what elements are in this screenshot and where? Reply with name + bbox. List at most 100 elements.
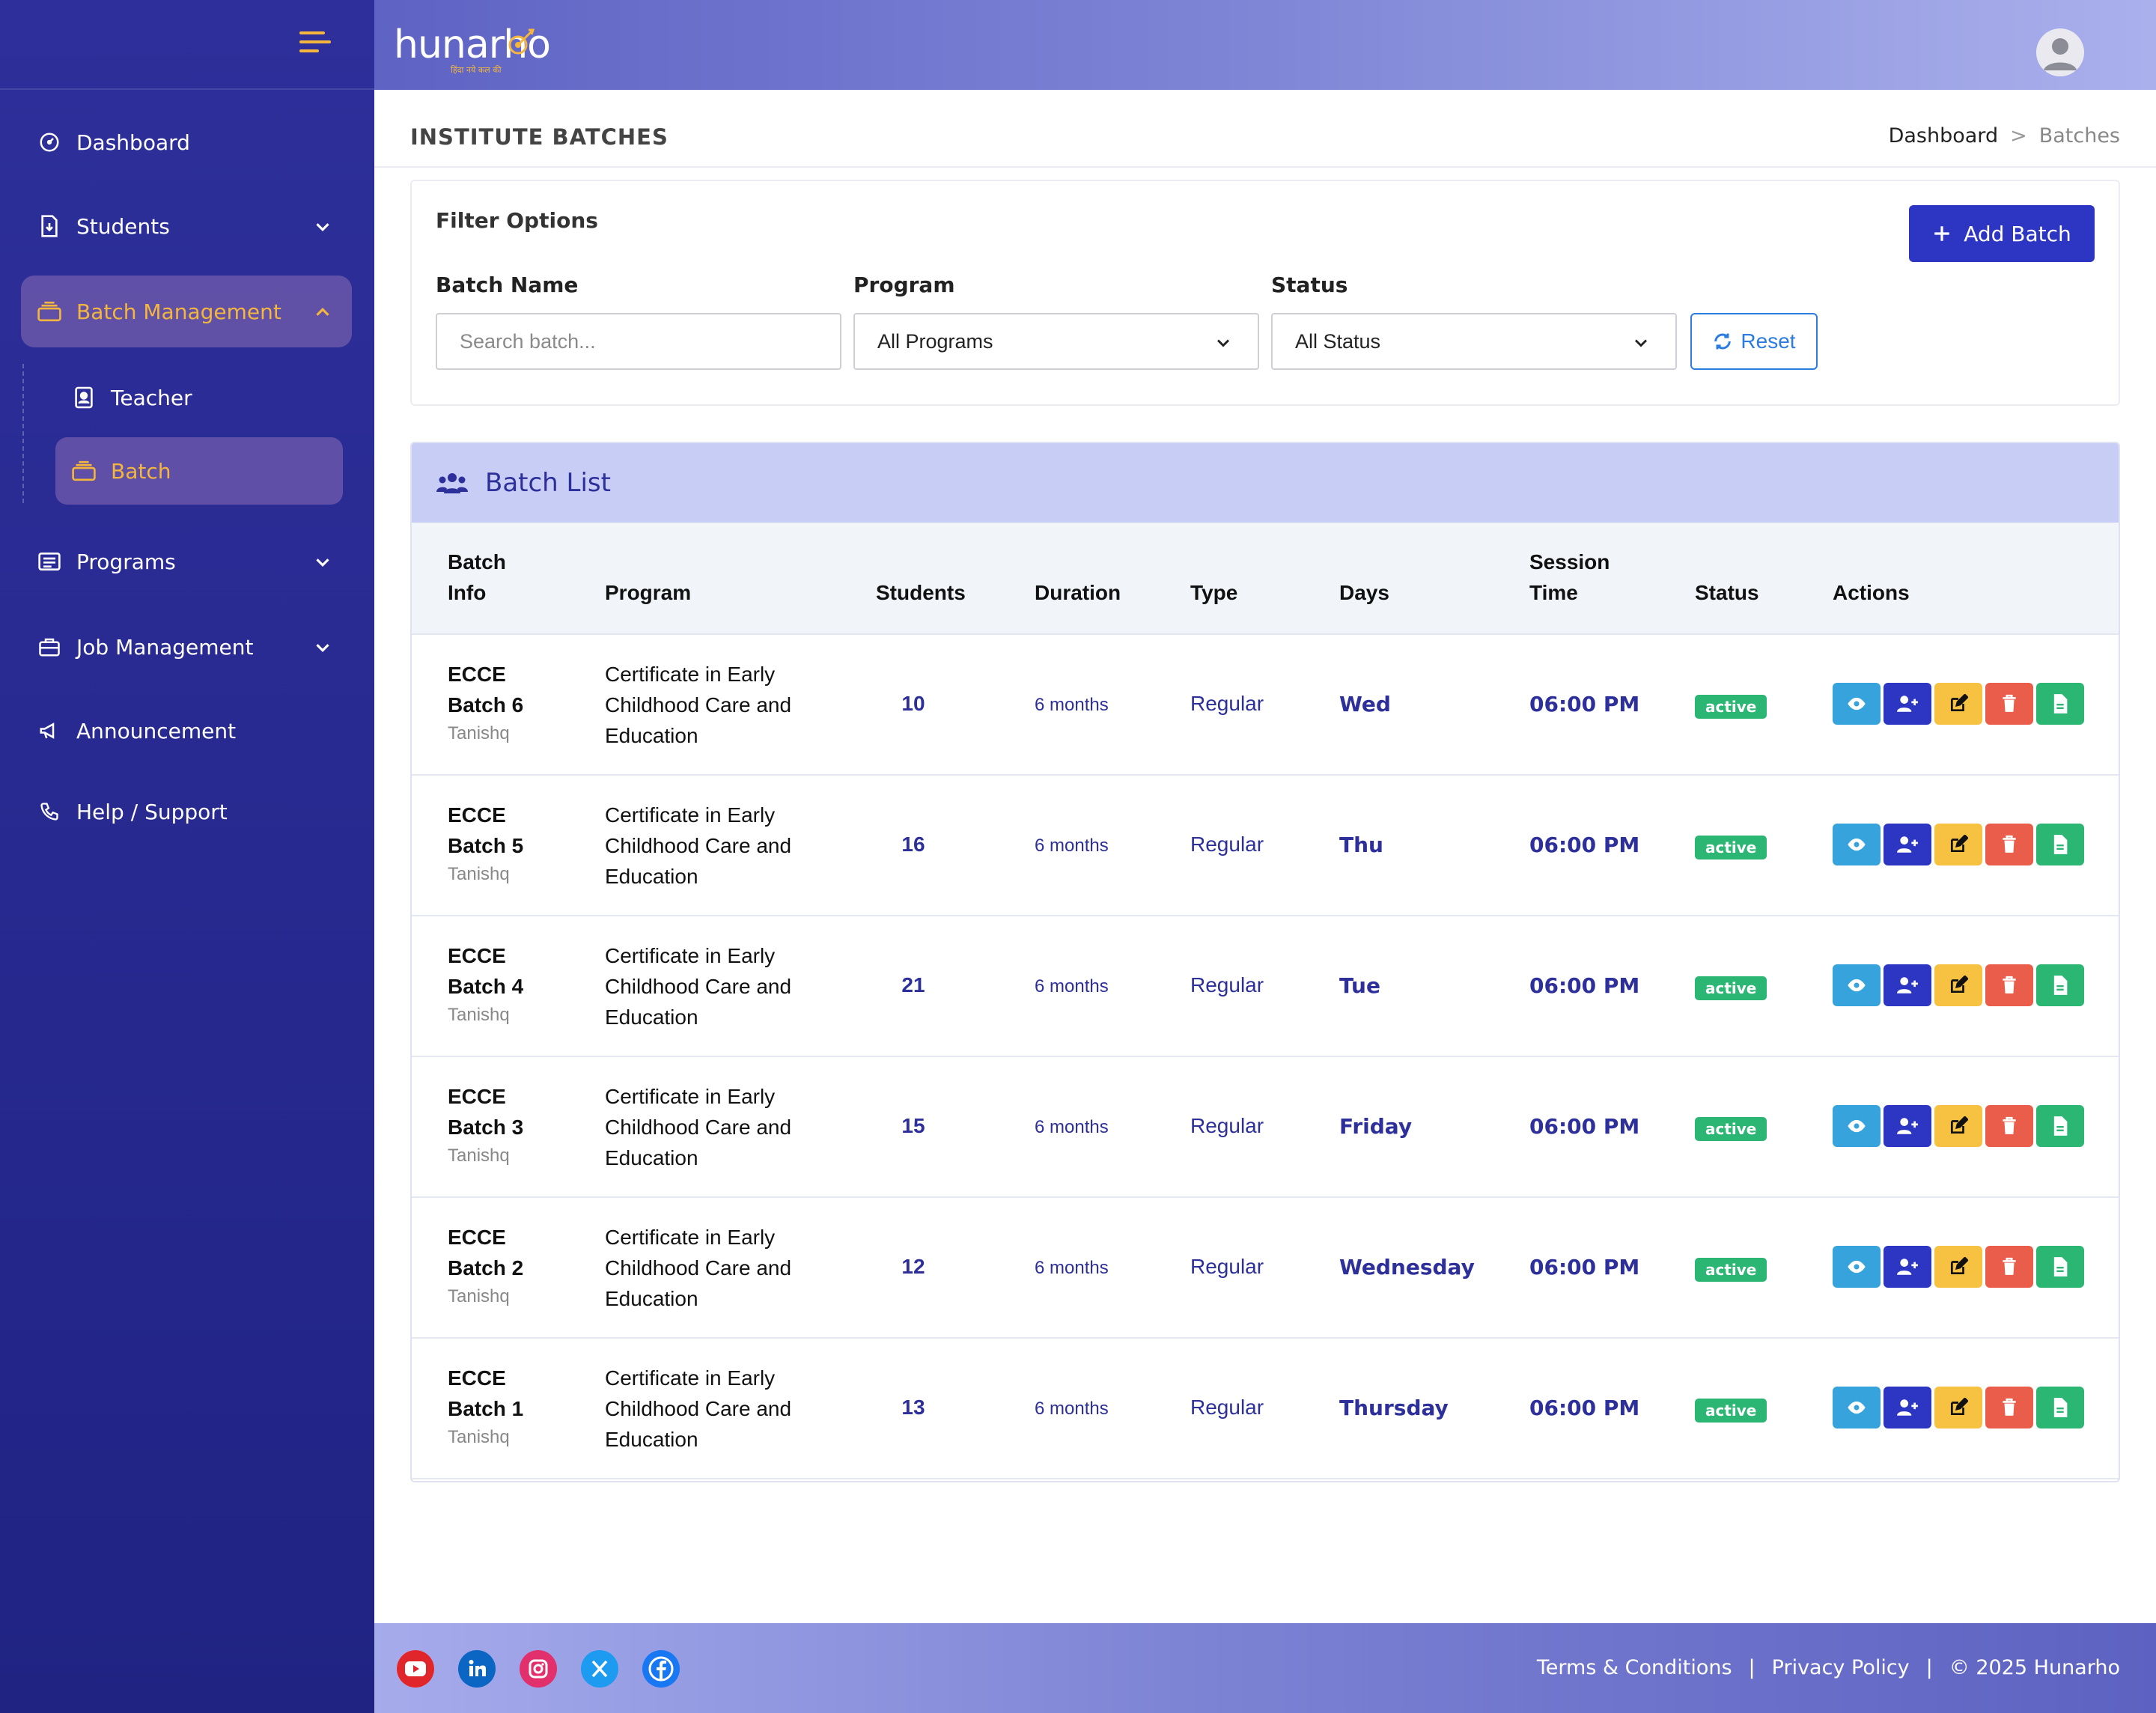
col-days[interactable]: Days xyxy=(1339,577,1389,608)
batch-info-cell[interactable]: ECCE Batch 2 Tanishq xyxy=(448,1222,523,1310)
privacy-link[interactable]: Privacy Policy xyxy=(1772,1656,1910,1679)
edit-button[interactable] xyxy=(1934,1246,1982,1288)
col-students[interactable]: Students xyxy=(876,577,966,608)
edit-button[interactable] xyxy=(1934,964,1982,1006)
breadcrumb-home[interactable]: Dashboard xyxy=(1889,124,1998,147)
program-line3: Education xyxy=(605,1005,698,1029)
enroll-student-button[interactable] xyxy=(1884,964,1931,1006)
report-button[interactable] xyxy=(2036,964,2084,1006)
linkedin-icon[interactable] xyxy=(458,1650,496,1688)
program-select[interactable]: All Programs xyxy=(853,313,1259,370)
delete-button[interactable] xyxy=(1985,824,2033,865)
col-session-time[interactable]: Session Time xyxy=(1529,547,1610,608)
menu-toggle-icon[interactable] xyxy=(299,31,331,57)
sidebar-item-programs[interactable]: Programs xyxy=(21,526,352,597)
delete-button[interactable] xyxy=(1985,964,2033,1006)
batch-name-line2: Batch 5 xyxy=(448,834,524,857)
view-button[interactable] xyxy=(1833,824,1881,865)
edit-button[interactable] xyxy=(1934,1387,1982,1428)
sidebar-subitem-teacher[interactable]: Teacher xyxy=(55,364,343,431)
enroll-student-button[interactable] xyxy=(1884,1387,1931,1428)
view-button[interactable] xyxy=(1833,1105,1881,1147)
session-time-cell: 06:00 PM xyxy=(1529,833,1640,857)
sidebar-subitem-label: Teacher xyxy=(111,385,192,410)
program-line3: Education xyxy=(605,1428,698,1451)
col-batch-info[interactable]: Batch Info xyxy=(448,547,506,608)
days-cell: Tue xyxy=(1339,973,1380,998)
instagram-icon[interactable] xyxy=(520,1650,557,1688)
facebook-icon[interactable] xyxy=(642,1650,680,1688)
status-select[interactable]: All Status xyxy=(1271,313,1677,370)
footer-separator: | xyxy=(1925,1656,1933,1679)
report-button[interactable] xyxy=(2036,824,2084,865)
sidebar-item-help-support[interactable]: Help / Support xyxy=(21,776,352,848)
duration-cell: 6 months xyxy=(1035,1258,1109,1278)
delete-button[interactable] xyxy=(1985,683,2033,725)
batch-name-line2: Batch 1 xyxy=(448,1397,524,1420)
students-count: 12 xyxy=(901,1255,925,1278)
brand-tagline: हिंदा नये कल की xyxy=(451,65,502,75)
type-cell: Regular xyxy=(1190,833,1264,856)
view-button[interactable] xyxy=(1833,1246,1881,1288)
sidebar-item-batch-management[interactable]: Batch Management xyxy=(21,276,352,347)
reset-button[interactable]: Reset xyxy=(1690,313,1818,370)
filter-card: Filter Options Add Batch Batch Name Prog… xyxy=(410,180,2120,406)
delete-button[interactable] xyxy=(1985,1105,2033,1147)
students-count: 16 xyxy=(901,833,925,856)
edit-button[interactable] xyxy=(1934,683,1982,725)
copyright: © 2025 Hunarho xyxy=(1949,1656,2120,1679)
enroll-student-button[interactable] xyxy=(1884,1246,1931,1288)
view-button[interactable] xyxy=(1833,964,1881,1006)
sidebar-item-announcement[interactable]: Announcement xyxy=(21,695,352,767)
user-avatar[interactable] xyxy=(2036,28,2084,76)
delete-button[interactable] xyxy=(1985,1246,2033,1288)
terms-link[interactable]: Terms & Conditions xyxy=(1537,1656,1732,1679)
report-button[interactable] xyxy=(2036,1105,2084,1147)
batch-info-cell[interactable]: ECCE Batch 4 Tanishq xyxy=(448,940,523,1029)
batch-info-cell[interactable]: ECCE Batch 5 Tanishq xyxy=(448,800,523,888)
plus-icon xyxy=(1934,226,1949,241)
batch-name-line1: ECCE xyxy=(448,944,506,967)
youtube-icon[interactable] xyxy=(397,1650,434,1688)
report-button[interactable] xyxy=(2036,1246,2084,1288)
col-duration[interactable]: Duration xyxy=(1035,577,1121,608)
x-twitter-icon[interactable] xyxy=(581,1650,618,1688)
trash-icon xyxy=(2001,1398,2018,1417)
days-cell: Wed xyxy=(1339,692,1391,716)
batch-search-input[interactable] xyxy=(436,313,841,370)
batch-name-line2: Batch 3 xyxy=(448,1116,524,1139)
brand-logo[interactable]: hunarho हिंदा नये कल की xyxy=(394,22,551,75)
add-batch-button[interactable]: Add Batch xyxy=(1909,205,2095,262)
enroll-student-button[interactable] xyxy=(1884,1105,1931,1147)
batch-name-line1: ECCE xyxy=(448,1366,506,1390)
batch-name-line1: ECCE xyxy=(448,1226,506,1249)
batch-info-cell[interactable]: ECCE Batch 6 Tanishq xyxy=(448,659,523,747)
sidebar: Dashboard Students Batch Management Teac… xyxy=(0,0,374,1713)
sidebar-item-job-management[interactable]: Job Management xyxy=(21,611,352,683)
sidebar-item-dashboard[interactable]: Dashboard xyxy=(21,106,352,178)
sidebar-subitem-batch[interactable]: Batch xyxy=(55,437,343,505)
duration-cell: 6 months xyxy=(1035,976,1109,997)
edit-button[interactable] xyxy=(1934,824,1982,865)
batch-info-cell[interactable]: ECCE Batch 3 Tanishq xyxy=(448,1081,523,1169)
batch-institute: Tanishq xyxy=(448,1286,510,1306)
enroll-student-button[interactable] xyxy=(1884,683,1931,725)
report-button[interactable] xyxy=(2036,683,2084,725)
session-time-cell: 06:00 PM xyxy=(1529,692,1640,716)
enroll-student-button[interactable] xyxy=(1884,824,1931,865)
program-line2: Childhood Care and xyxy=(605,1256,792,1280)
view-button[interactable] xyxy=(1833,683,1881,725)
phone-icon xyxy=(36,798,63,825)
sidebar-item-students[interactable]: Students xyxy=(21,190,352,262)
status-badge: active xyxy=(1695,976,1767,1000)
edit-icon xyxy=(1949,694,1968,714)
edit-button[interactable] xyxy=(1934,1105,1982,1147)
batch-info-cell[interactable]: ECCE Batch 1 Tanishq xyxy=(448,1363,523,1451)
col-program[interactable]: Program xyxy=(605,577,691,608)
col-type[interactable]: Type xyxy=(1190,577,1237,608)
chevron-down-icon xyxy=(316,559,329,567)
col-status[interactable]: Status xyxy=(1695,577,1759,608)
delete-button[interactable] xyxy=(1985,1387,2033,1428)
report-button[interactable] xyxy=(2036,1387,2084,1428)
view-button[interactable] xyxy=(1833,1387,1881,1428)
